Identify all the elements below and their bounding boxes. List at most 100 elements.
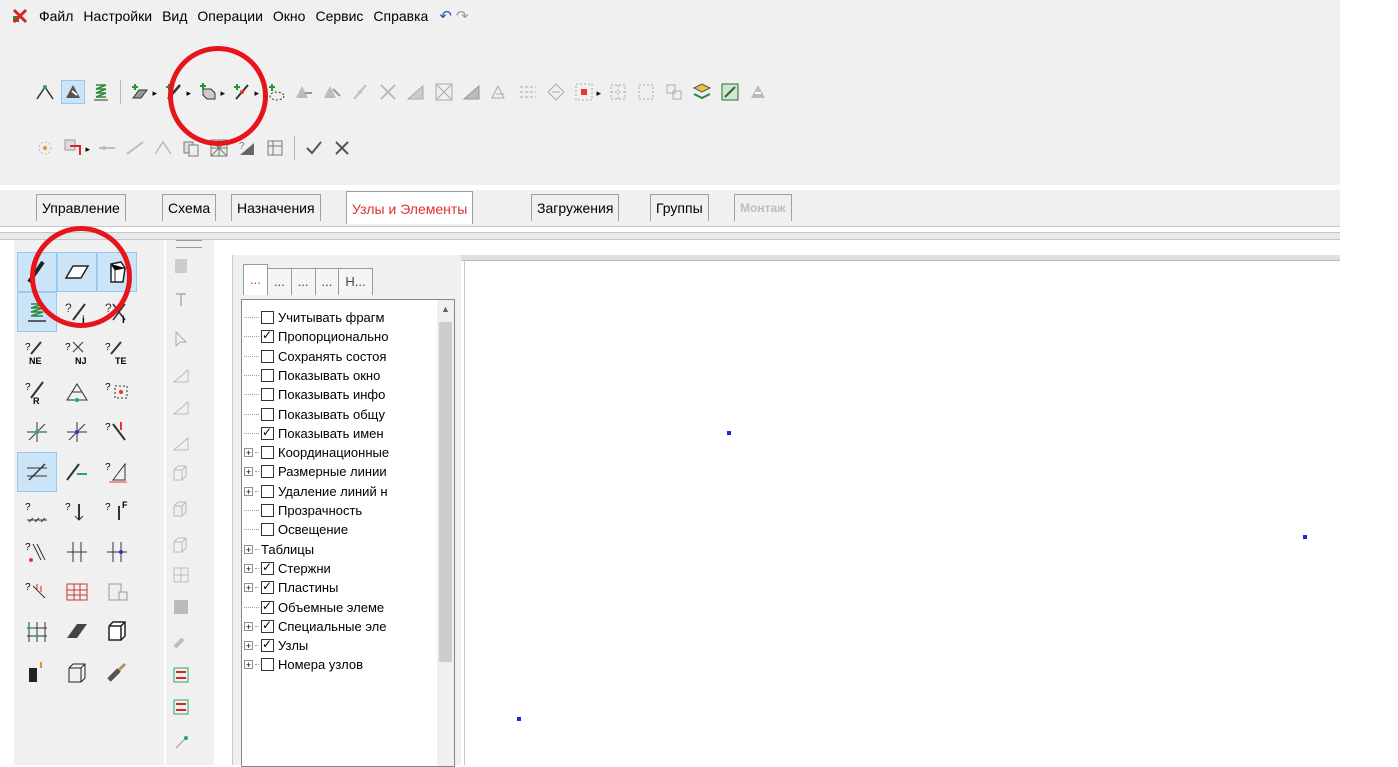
node-grid-info-icon[interactable]: ? <box>98 373 136 411</box>
element-select-icon[interactable] <box>61 80 85 104</box>
expand-plus-icon[interactable]: + <box>244 563 253 573</box>
element-properties-icon[interactable] <box>747 81 769 103</box>
tree-tab-2[interactable]: ... <box>266 268 292 295</box>
expand-plus-icon[interactable]: + <box>244 621 253 631</box>
model-node-point[interactable] <box>1303 535 1307 539</box>
tree-tab-4[interactable]: ... <box>314 268 340 295</box>
add-node-icon[interactable] <box>265 81 287 103</box>
section-info-icon[interactable]: ? <box>18 573 56 611</box>
tree-checkbox[interactable] <box>261 523 274 537</box>
join-nodes-icon[interactable] <box>34 137 56 159</box>
align-nodes-icon[interactable] <box>517 81 539 103</box>
box-outline-2-icon[interactable] <box>170 498 192 520</box>
tree-item[interactable]: + Координационные <box>244 443 389 462</box>
expand-plus-icon[interactable]: + <box>244 544 253 554</box>
menu-window[interactable]: Окно <box>268 0 311 32</box>
model-canvas[interactable] <box>464 261 1341 765</box>
load-down-info-icon[interactable]: ? <box>58 493 96 531</box>
table-grid-icon[interactable] <box>58 573 96 611</box>
merge-elements-icon[interactable]: ▸ <box>62 137 90 159</box>
tree-checkbox[interactable] <box>261 637 274 653</box>
model-node-point[interactable] <box>517 717 521 721</box>
beam-section-icon[interactable] <box>58 613 96 651</box>
undo-icon[interactable]: ↶ <box>439 7 452 25</box>
bar-offset-icon[interactable] <box>58 453 96 491</box>
grid-lines-blue-icon[interactable] <box>98 533 136 571</box>
cursor-arrow-icon[interactable] <box>170 328 192 350</box>
cancel-x-icon[interactable] <box>331 137 353 159</box>
tree-item[interactable]: + Пластины <box>244 578 338 597</box>
cube-outline-icon[interactable] <box>58 653 96 691</box>
intersect-bars-icon[interactable] <box>377 81 399 103</box>
tree-item[interactable]: Объемные элеме <box>244 598 384 617</box>
apply-check-icon[interactable] <box>303 137 325 159</box>
dropdown-arrow-icon[interactable]: ▸ <box>596 88 601 99</box>
tree-checkbox[interactable] <box>261 560 274 575</box>
tree-scrollbar[interactable]: ▲ <box>437 300 454 766</box>
building-icon[interactable] <box>98 573 136 611</box>
menu-help[interactable]: Справка <box>368 0 433 32</box>
expand-plus-icon[interactable]: + <box>244 583 253 593</box>
tree-checkbox[interactable] <box>261 407 274 421</box>
tree-checkbox[interactable] <box>261 618 274 633</box>
bar-load-info-icon[interactable]: ? <box>98 413 136 451</box>
tree-checkbox[interactable] <box>261 425 274 440</box>
tree-item[interactable]: Показывать окно <box>244 366 380 385</box>
node-properties-icon[interactable] <box>719 81 741 103</box>
tree-item[interactable]: + Удаление линий н <box>244 482 388 501</box>
paint-brush-icon[interactable] <box>98 653 136 691</box>
extend-bar-icon[interactable] <box>124 137 146 159</box>
tree-checkbox[interactable] <box>261 658 274 672</box>
box-outline-1-icon[interactable] <box>170 462 192 484</box>
numbering-red-1-icon[interactable] <box>170 664 192 686</box>
tree-item[interactable]: Прозрачность <box>244 501 362 520</box>
layers-icon[interactable] <box>691 81 713 103</box>
node-link-icon[interactable] <box>170 730 192 752</box>
tree-item[interactable]: Показывать инфо <box>244 385 385 404</box>
numbering-red-2-icon[interactable] <box>170 696 192 718</box>
tree-item[interactable]: Учитывать фрагм <box>244 308 384 327</box>
plate-mesh-icon[interactable] <box>433 81 455 103</box>
tree-checkbox[interactable] <box>261 599 274 614</box>
tree-checkbox[interactable] <box>261 311 274 324</box>
insert-node-icon[interactable] <box>96 137 118 159</box>
tree-tab-3[interactable]: ... <box>290 268 316 295</box>
box-grid-icon[interactable] <box>170 564 192 586</box>
node-cross-blue-icon[interactable] <box>58 413 96 451</box>
brush-gray-icon[interactable] <box>170 630 192 652</box>
hinge-bar-icon[interactable] <box>17 452 57 492</box>
grid-points-icon[interactable] <box>607 81 629 103</box>
pack-nodes-icon[interactable] <box>545 81 567 103</box>
frame-select-icon[interactable] <box>635 81 657 103</box>
tab-management[interactable]: Управление <box>36 194 126 221</box>
dropdown-arrow-icon[interactable]: ▸ <box>85 144 90 155</box>
divide-bar-icon[interactable] <box>349 81 371 103</box>
tree-item[interactable]: Сохранять состоя <box>244 347 386 366</box>
node-lattice-icon[interactable] <box>18 613 56 651</box>
triangle-outline-3-icon[interactable] <box>170 432 192 454</box>
node-cross-icon[interactable] <box>18 413 56 451</box>
gray-tool-2-icon[interactable] <box>170 288 192 310</box>
tree-checkbox[interactable] <box>261 579 274 595</box>
fill-bucket-icon[interactable] <box>18 653 56 691</box>
expand-plus-icon[interactable]: + <box>244 486 253 496</box>
support-info-icon[interactable]: ? <box>18 493 56 531</box>
distributed-load-info-icon[interactable]: ? <box>18 533 56 571</box>
tree-item[interactable]: Пропорционально <box>244 327 388 346</box>
box-filled-icon[interactable] <box>170 596 192 618</box>
copy-element-icon[interactable] <box>293 81 315 103</box>
spring-tool-icon[interactable] <box>90 81 112 103</box>
grid-nodes-icon[interactable]: ▸ <box>573 81 601 103</box>
tree-item[interactable]: + Номера узлов <box>244 655 363 674</box>
tree-tab-5[interactable]: Н... <box>338 268 373 295</box>
expand-plus-icon[interactable]: + <box>244 448 253 458</box>
plate-split-icon[interactable] <box>461 81 483 103</box>
bar-r-icon[interactable]: ? R <box>18 373 56 411</box>
plate-triangle-icon[interactable] <box>405 81 427 103</box>
tree-item[interactable]: Показывать общу <box>244 405 385 424</box>
truss-icon[interactable] <box>58 373 96 411</box>
bar-te-icon[interactable]: ? TE <box>98 333 136 371</box>
split-frame-icon[interactable] <box>663 81 685 103</box>
force-info-icon[interactable]: ? F <box>98 493 136 531</box>
model-node-point[interactable] <box>727 431 731 435</box>
